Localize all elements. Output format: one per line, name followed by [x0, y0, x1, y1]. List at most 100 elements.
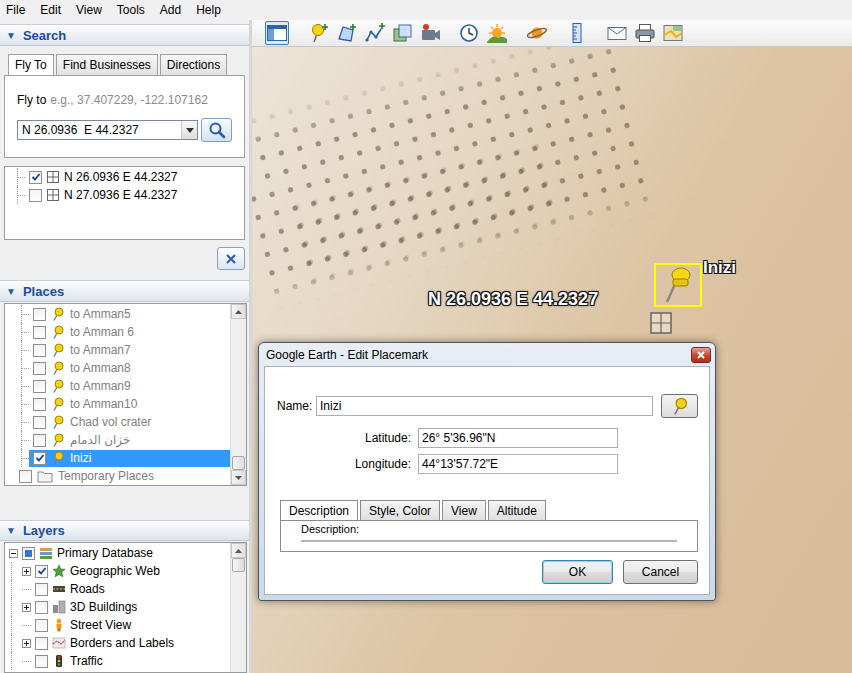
search-tab[interactable]: Find Businesses — [56, 54, 158, 75]
dialog-tab[interactable]: Altitude — [488, 500, 546, 520]
checkbox[interactable] — [33, 452, 46, 465]
layer-item[interactable]: Borders and Labels — [5, 634, 230, 652]
checkbox[interactable] — [35, 637, 48, 650]
collapse-icon[interactable] — [9, 549, 18, 558]
place-item[interactable]: to Amman7 — [5, 341, 230, 359]
pushpin-icon — [51, 397, 65, 411]
checkbox[interactable] — [35, 601, 48, 614]
layer-item[interactable]: 3D Buildings — [5, 598, 230, 616]
checkbox[interactable] — [22, 547, 35, 560]
toolbar-button[interactable] — [307, 21, 331, 45]
checkbox[interactable] — [33, 416, 46, 429]
place-item[interactable]: to Amman8 — [5, 359, 230, 377]
toolbar-button[interactable] — [633, 21, 657, 45]
toolbar-button[interactable] — [335, 21, 359, 45]
checkbox[interactable] — [33, 434, 46, 447]
checkbox[interactable] — [33, 380, 46, 393]
places-header[interactable]: ▼ Places — [0, 280, 249, 302]
search-tabs: Fly ToFind BusinessesDirections — [4, 54, 245, 75]
coordinate-input[interactable]: 44°13'57.72"E — [418, 454, 618, 474]
name-input[interactable]: Inizi — [316, 396, 653, 416]
description-input[interactable] — [301, 540, 677, 542]
menu-item[interactable]: Help — [190, 3, 230, 17]
checkbox[interactable] — [19, 470, 32, 483]
layers-scrollbar[interactable] — [230, 543, 246, 672]
icon-button[interactable] — [661, 394, 698, 418]
menu-item[interactable]: View — [70, 3, 111, 17]
toolbar-button[interactable] — [457, 21, 481, 45]
map-view[interactable]: N 26.0936 E 44.2327 Inizi Google Earth -… — [252, 47, 852, 673]
layer-item[interactable]: Primary Database — [5, 544, 230, 562]
toolbar-button[interactable] — [419, 21, 443, 45]
search-button[interactable] — [201, 118, 232, 142]
checkbox[interactable] — [29, 171, 42, 184]
dialog-tab[interactable]: Description — [280, 500, 358, 520]
expand-icon[interactable] — [22, 567, 31, 576]
toolbar-button[interactable] — [391, 21, 415, 45]
menu-item[interactable]: Edit — [34, 3, 70, 17]
clear-search-button[interactable] — [217, 247, 245, 270]
toolbar-button[interactable] — [363, 21, 387, 45]
menu-item[interactable]: Tools — [111, 3, 154, 17]
dialog-tab[interactable]: Style, Color — [360, 500, 440, 520]
checkbox[interactable] — [35, 583, 48, 596]
dropdown-arrow-icon[interactable] — [181, 121, 197, 139]
toolbar-button[interactable] — [565, 21, 589, 45]
collapse-toggle[interactable]: ▼ — [6, 286, 16, 297]
toolbar-button[interactable] — [661, 21, 685, 45]
search-result[interactable]: N 27.0936 E 44.2327 — [5, 186, 244, 204]
search-result[interactable]: N 26.0936 E 44.2327 — [5, 168, 244, 186]
checkbox[interactable] — [33, 398, 46, 411]
checkbox[interactable] — [33, 344, 46, 357]
layer-item[interactable]: Street View — [5, 616, 230, 634]
checkbox[interactable] — [35, 655, 48, 668]
place-item[interactable]: to Amman10 — [5, 395, 230, 413]
streetview-icon — [52, 618, 66, 632]
collapse-toggle[interactable]: ▼ — [6, 30, 16, 41]
coordinate-input[interactable]: 26° 5'36.96"N — [418, 428, 618, 448]
google-earth-window: FileEditViewToolsAddHelp ▼ Search Fly To… — [0, 0, 852, 673]
search-input[interactable]: N 26.0936 E 44.2327 — [17, 120, 198, 140]
place-item[interactable]: to Amman 6 — [5, 323, 230, 341]
layers-header[interactable]: ▼ Layers — [0, 520, 249, 541]
collapse-toggle[interactable]: ▼ — [6, 525, 16, 536]
dialog-button[interactable]: OK — [542, 560, 613, 584]
place-item[interactable]: to Amman5 — [5, 305, 230, 323]
layer-item[interactable]: Geographic Web — [5, 562, 230, 580]
place-item[interactable]: خزان الدمام — [5, 431, 230, 449]
search-tab[interactable]: Directions — [160, 54, 227, 75]
place-item[interactable]: Inizi — [5, 449, 230, 467]
layer-item[interactable]: Traffic — [5, 652, 230, 670]
pushpin-icon — [51, 325, 65, 339]
place-item[interactable]: Chad vol crater — [5, 413, 230, 431]
checkbox[interactable] — [29, 189, 42, 202]
toolbar-button[interactable] — [265, 21, 289, 45]
toolbar-button[interactable] — [485, 21, 509, 45]
checkbox[interactable] — [35, 619, 48, 632]
menu-item[interactable]: Add — [154, 3, 190, 17]
close-button[interactable] — [691, 347, 711, 363]
expand-icon[interactable] — [22, 639, 31, 648]
dialog-tab[interactable]: View — [442, 500, 486, 520]
pushpin-icon — [51, 343, 65, 357]
placemark[interactable] — [654, 263, 702, 307]
places-scrollbar[interactable] — [230, 304, 246, 485]
search-marker-icon[interactable] — [649, 311, 673, 335]
checkbox[interactable] — [33, 326, 46, 339]
checkbox[interactable] — [35, 565, 48, 578]
checkbox[interactable] — [33, 362, 46, 375]
sky-icon — [526, 22, 548, 44]
place-item[interactable]: to Amman9 — [5, 377, 230, 395]
dialog-title-bar[interactable]: Google Earth - Edit Placemark — [264, 343, 710, 366]
layer-item[interactable]: Roads — [5, 580, 230, 598]
search-tab[interactable]: Fly To — [8, 54, 54, 75]
dialog-button[interactable]: Cancel — [623, 560, 698, 584]
checkbox[interactable] — [33, 308, 46, 321]
expand-icon[interactable] — [22, 603, 31, 612]
toolbar-button[interactable] — [605, 21, 629, 45]
menu-item[interactable]: File — [0, 3, 34, 17]
search-header[interactable]: ▼ Search — [0, 24, 249, 46]
search-panel: Fly ToFind BusinessesDirections Fly toe.… — [0, 46, 249, 270]
place-item[interactable]: Temporary Places — [5, 467, 230, 485]
toolbar-button[interactable] — [525, 21, 549, 45]
